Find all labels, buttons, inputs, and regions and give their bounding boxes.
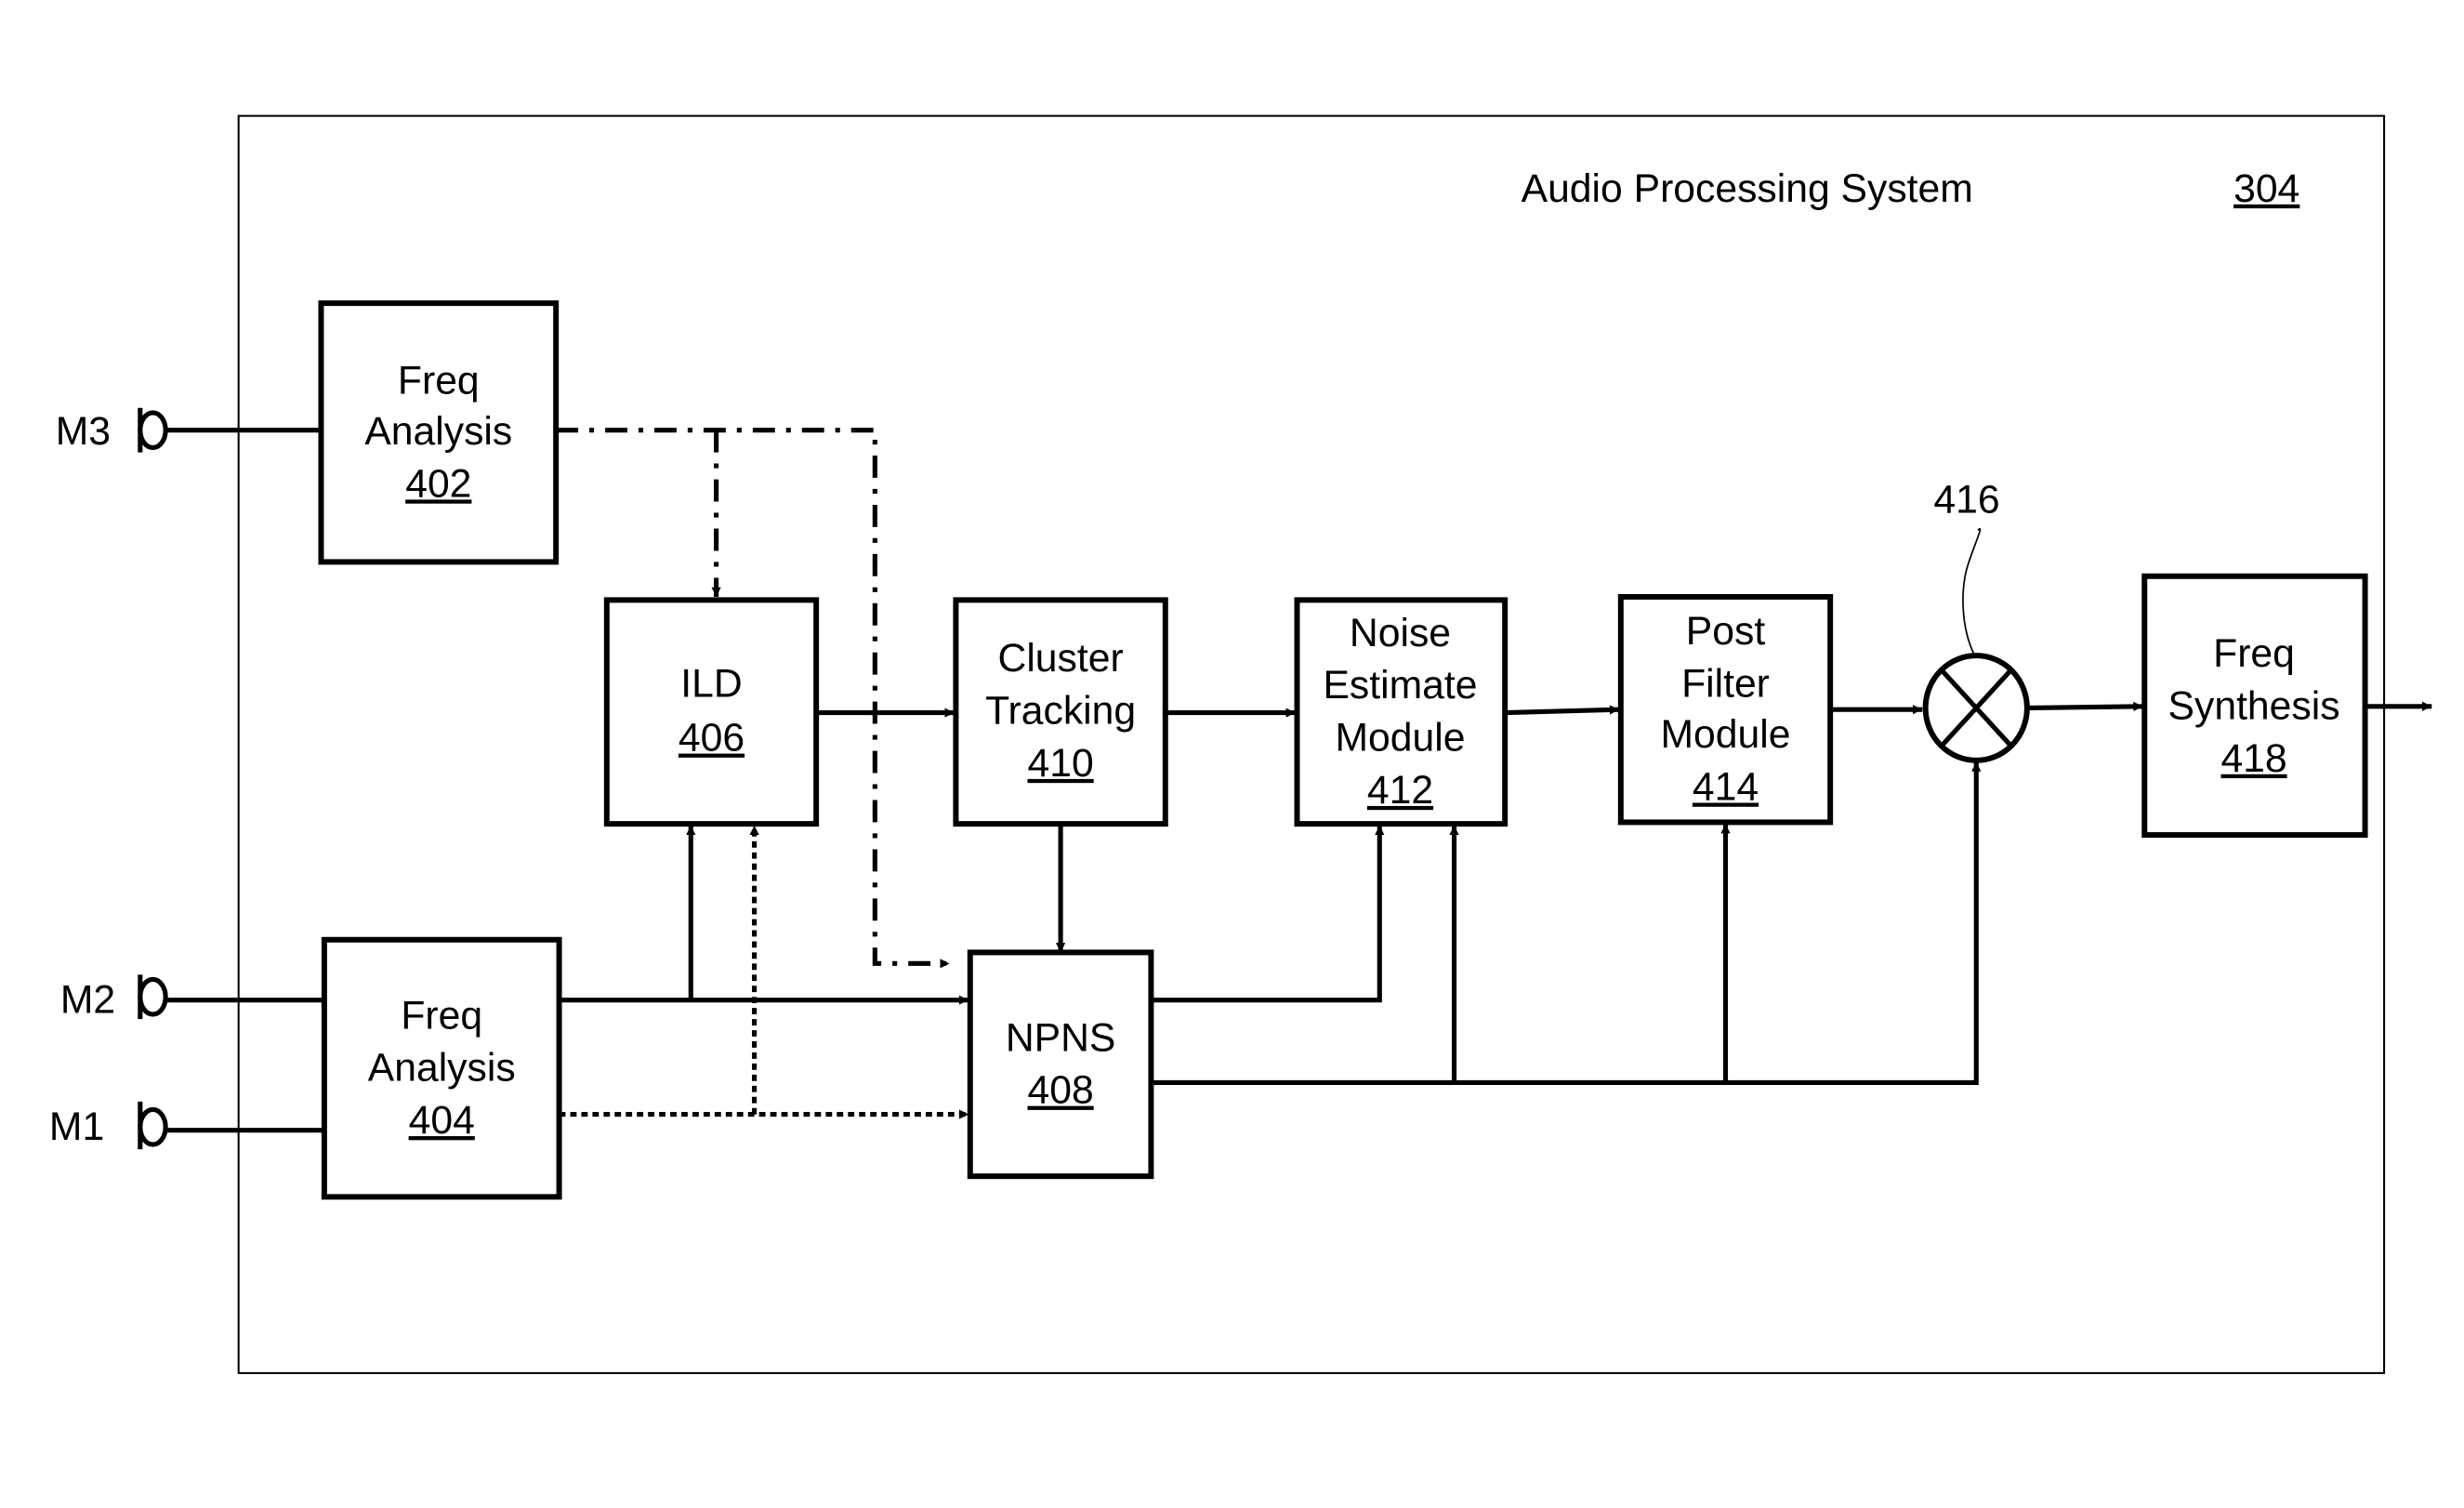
svg-text:Module: Module xyxy=(1335,716,1465,761)
connector-mult-synth xyxy=(2028,701,2143,712)
svg-text:414: 414 xyxy=(1693,765,1759,810)
mic-m2: M2 xyxy=(60,974,324,1022)
svg-text:Synthesis: Synthesis xyxy=(2168,683,2340,728)
svg-text:Estimate: Estimate xyxy=(1323,663,1477,708)
mic-m1-label: M1 xyxy=(49,1105,104,1149)
system-title: Audio Processing System xyxy=(1522,166,1973,211)
svg-text:404: 404 xyxy=(409,1098,475,1143)
connector-npns-noise-a xyxy=(1151,825,1385,1003)
svg-text:418: 418 xyxy=(2220,736,2286,781)
svg-text:Analysis: Analysis xyxy=(364,409,512,454)
multiplier-416: 416 xyxy=(1922,477,2030,763)
connector-noise-post xyxy=(1505,705,1620,716)
multiplier-ref: 416 xyxy=(1933,477,1999,522)
svg-text:Analysis: Analysis xyxy=(368,1046,516,1091)
svg-text:Cluster: Cluster xyxy=(998,636,1124,681)
svg-text:410: 410 xyxy=(1028,741,1094,786)
block-post-filter-414: Post Filter Module 414 xyxy=(1617,593,1834,826)
leader-line xyxy=(1962,527,1982,656)
system-ref: 304 xyxy=(2233,166,2299,211)
svg-text:Tracking: Tracking xyxy=(985,689,1136,734)
connector-npns-bus xyxy=(1151,761,1982,1085)
mic-m2-label: M2 xyxy=(60,977,115,1022)
mic-m3-label: M3 xyxy=(56,409,111,454)
svg-text:402: 402 xyxy=(405,461,471,506)
svg-text:Freq: Freq xyxy=(2213,631,2295,676)
svg-text:408: 408 xyxy=(1028,1068,1094,1113)
svg-text:406: 406 xyxy=(679,716,744,761)
block-noise-estimate-412: Noise Estimate Module 412 xyxy=(1294,597,1509,827)
svg-text:ILD: ILD xyxy=(680,662,742,707)
svg-text:Noise: Noise xyxy=(1350,611,1451,655)
block-cluster-tracking-410: Cluster Tracking 410 xyxy=(953,597,1168,827)
mic-m1: M1 xyxy=(49,1101,324,1150)
mic-m3: M3 xyxy=(56,407,322,454)
svg-text:Module: Module xyxy=(1661,712,1791,757)
svg-text:Filter: Filter xyxy=(1681,662,1770,707)
svg-text:412: 412 xyxy=(1367,768,1433,813)
audio-processing-diagram: Audio Processing System 304 M3 M2 M1 Fre… xyxy=(49,114,2432,1374)
svg-text:Freq: Freq xyxy=(401,993,482,1038)
svg-text:NPNS: NPNS xyxy=(1006,1015,1116,1060)
block-ild-406: ILD 406 xyxy=(603,597,820,827)
block-freq-analysis-402: Freq Analysis 402 xyxy=(318,300,560,565)
block-freq-synthesis-418: Freq Synthesis 418 xyxy=(2141,573,2368,839)
block-freq-analysis-404: Freq Analysis 404 xyxy=(321,936,562,1200)
svg-text:Freq: Freq xyxy=(398,358,480,403)
block-npns-408: NPNS 408 xyxy=(967,949,1154,1180)
svg-text:Post: Post xyxy=(1686,609,1766,654)
